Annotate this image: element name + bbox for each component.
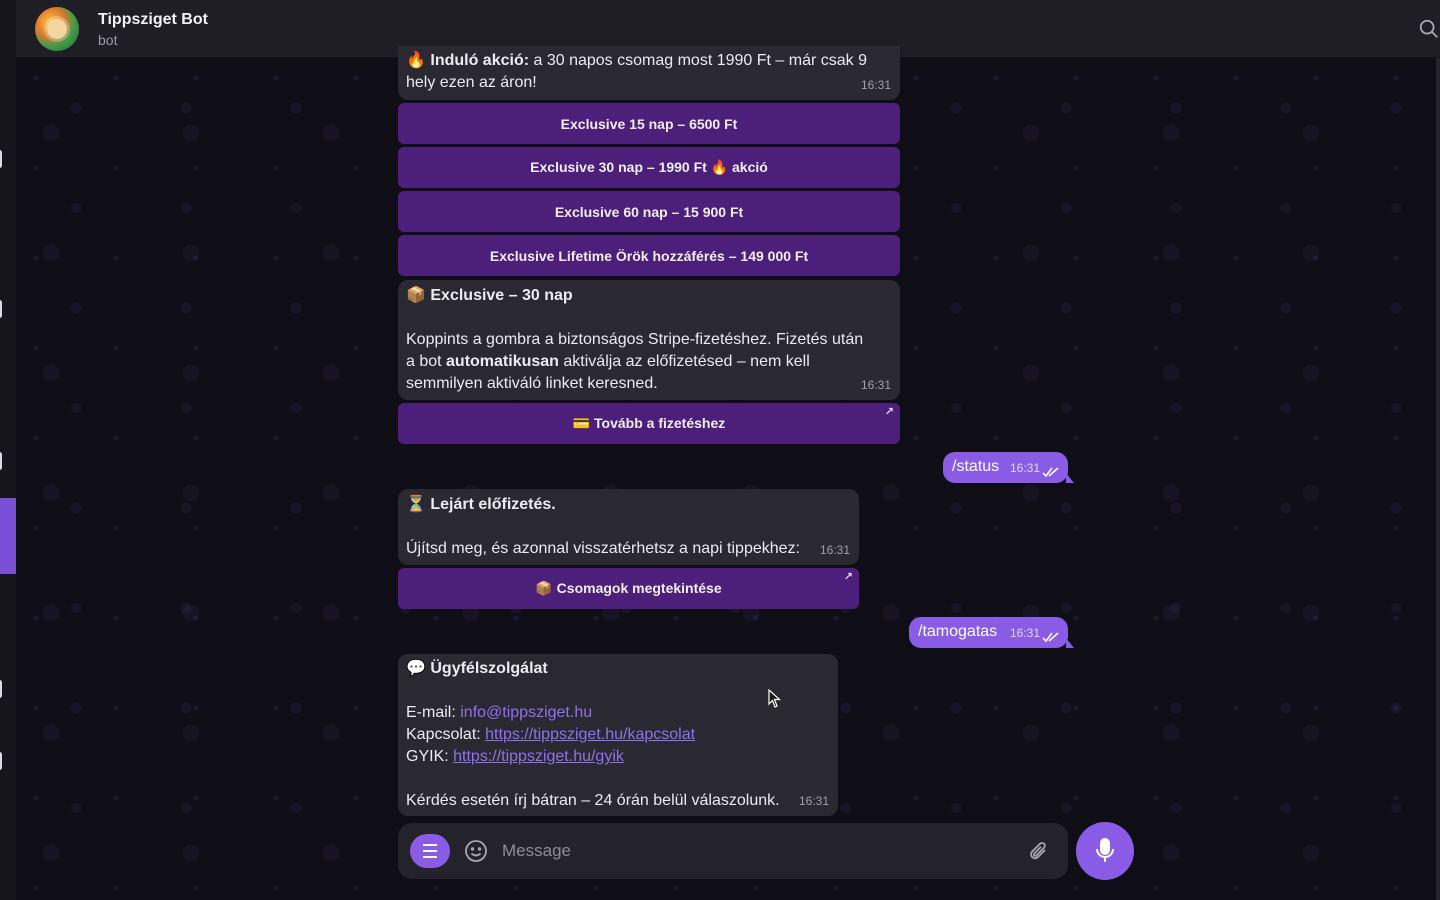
support-message: 💬 Ügyfélszolgálat E-mail: info@tippszige… [398,654,838,816]
exclusive-line2-pre: a bot [406,353,447,370]
button-label: 💳 Tovább a fizetéshez [572,415,726,431]
menu-icon [423,844,437,858]
message-time: 16:31 [798,794,829,808]
package-15-button[interactable]: Exclusive 15 nap – 6500 Ft [398,103,900,144]
button-label: Exclusive 15 nap – 6500 Ft [560,115,738,132]
button-label: Exclusive 60 nap – 15 900 Ft [554,203,744,220]
button-label: Exclusive 30 nap – 1990 Ft 🔥 akció [530,159,768,175]
exclusive-line1: Koppints a gombra a biztonságos Stripe-f… [406,331,864,348]
outgoing-text: /tamogatas [918,623,998,640]
package-60-button[interactable]: Exclusive 60 nap – 15 900 Ft [398,191,900,232]
bubble-tail [1066,473,1074,483]
voice-record-button[interactable] [1076,822,1134,880]
expired-title: Lejárt előfizetés. [430,496,556,513]
message-composer [398,823,1068,879]
hourglass-emoji: ⏳ [406,496,426,513]
faq-label: GYIK: [406,748,454,765]
contact-label: Kapcsolat: [406,726,486,743]
message-time: 16:31 [860,378,891,392]
support-title: Ügyfélszolgálat [430,660,548,677]
exclusive-message: 📦 Exclusive – 30 nap Koppints a gombra a… [398,280,900,400]
package-emoji: 📦 [406,287,426,304]
button-label: 📦 Csomagok megtekintése [535,580,722,596]
message-time: 16:31 [860,78,891,92]
search-icon[interactable] [1418,18,1440,40]
bot-menu-button[interactable] [410,834,450,868]
chat-list-indicator [0,300,2,318]
external-arrow-icon: ↗ [884,406,894,418]
button-label: Exclusive Lifetime Örök hozzáférés – 149… [489,247,809,264]
chat-list-indicator [0,752,2,770]
exclusive-line2-post: aktiválja az előfizetésed – nem kell [558,353,810,370]
double-check-icon [1042,467,1059,478]
contact-link[interactable]: https://tippsziget.hu/kapcsolat [485,726,695,743]
faq-link[interactable]: https://tippsziget.hu/gyik [453,748,624,765]
speech-bubble-emoji: 💬 [406,660,426,677]
expired-body: Újítsd meg, és azonnal visszatérhetsz a … [406,540,800,557]
chat-list-indicator [0,680,2,698]
exclusive-line2-bold: automatikusan [446,353,559,370]
promo-lead: Induló akció: [430,52,530,69]
email-link[interactable]: info@tippsziget.hu [460,704,592,721]
message-time: 16:31 [1009,461,1040,475]
exclusive-body: Koppints a gombra a biztonságos Stripe-f… [406,329,892,395]
expired-message: ⏳ Lejárt előfizetés. Újítsd meg, és azon… [398,489,859,565]
email-label: E-mail: [406,704,461,721]
emoji-icon[interactable] [464,839,488,863]
chat-title[interactable]: Tippsziget Bot [98,11,208,29]
exclusive-line3: semmilyen aktiváló linket keresned. [406,375,658,392]
chat-list-indicator [0,150,2,168]
promo-text: 🔥 Induló akció: a 30 napos csomag most 1… [406,50,886,94]
proceed-payment-button[interactable]: 💳 Tovább a fizetéshez ↗ [398,403,900,444]
outgoing-status-message: /status 16:31 [943,452,1068,483]
view-packages-button[interactable]: 📦 Csomagok megtekintése ↗ [398,568,859,609]
chat-list-strip [0,0,16,900]
exclusive-title: Exclusive – 30 nap [430,287,573,304]
promo-line1: a 30 napos csomag most 1990 Ft – már csa… [529,52,867,69]
double-check-icon [1042,632,1059,643]
promo-message: 🔥 Induló akció: a 30 napos csomag most 1… [398,46,900,100]
support-body: E-mail: info@tippsziget.hu Kapcsolat: ht… [406,702,831,812]
promo-line2: hely ezen az áron! [406,74,537,91]
message-time: 16:31 [1009,626,1040,640]
active-chat-marker[interactable] [0,498,16,574]
mouse-cursor-icon [768,689,782,708]
outgoing-text: /status [952,458,1000,475]
outgoing-support-message: /tamogatas 16:31 [909,617,1068,648]
mic-icon [1096,838,1114,862]
external-arrow-icon: ↗ [843,571,853,583]
message-input[interactable] [502,835,1012,867]
package-lifetime-button[interactable]: Exclusive Lifetime Örök hozzáférés – 149… [398,235,900,276]
scrollbar[interactable] [1436,58,1440,900]
support-title-row: 💬 Ügyfélszolgálat [406,658,548,680]
attach-icon[interactable] [1028,839,1050,863]
exclusive-title-row: 📦 Exclusive – 30 nap [406,285,573,307]
expired-title-row: ⏳ Lejárt előfizetés. [406,494,556,516]
chat-subtitle: bot [98,32,118,48]
support-footer: Kérdés esetén írj bátran – 24 órán belül… [406,792,780,809]
fire-emoji: 🔥 [406,52,426,69]
message-time: 16:31 [819,543,850,557]
avatar[interactable] [35,7,79,51]
package-30-button[interactable]: Exclusive 30 nap – 1990 Ft 🔥 akció [398,147,900,188]
chat-list-indicator [0,452,2,470]
bubble-tail [1066,638,1074,648]
